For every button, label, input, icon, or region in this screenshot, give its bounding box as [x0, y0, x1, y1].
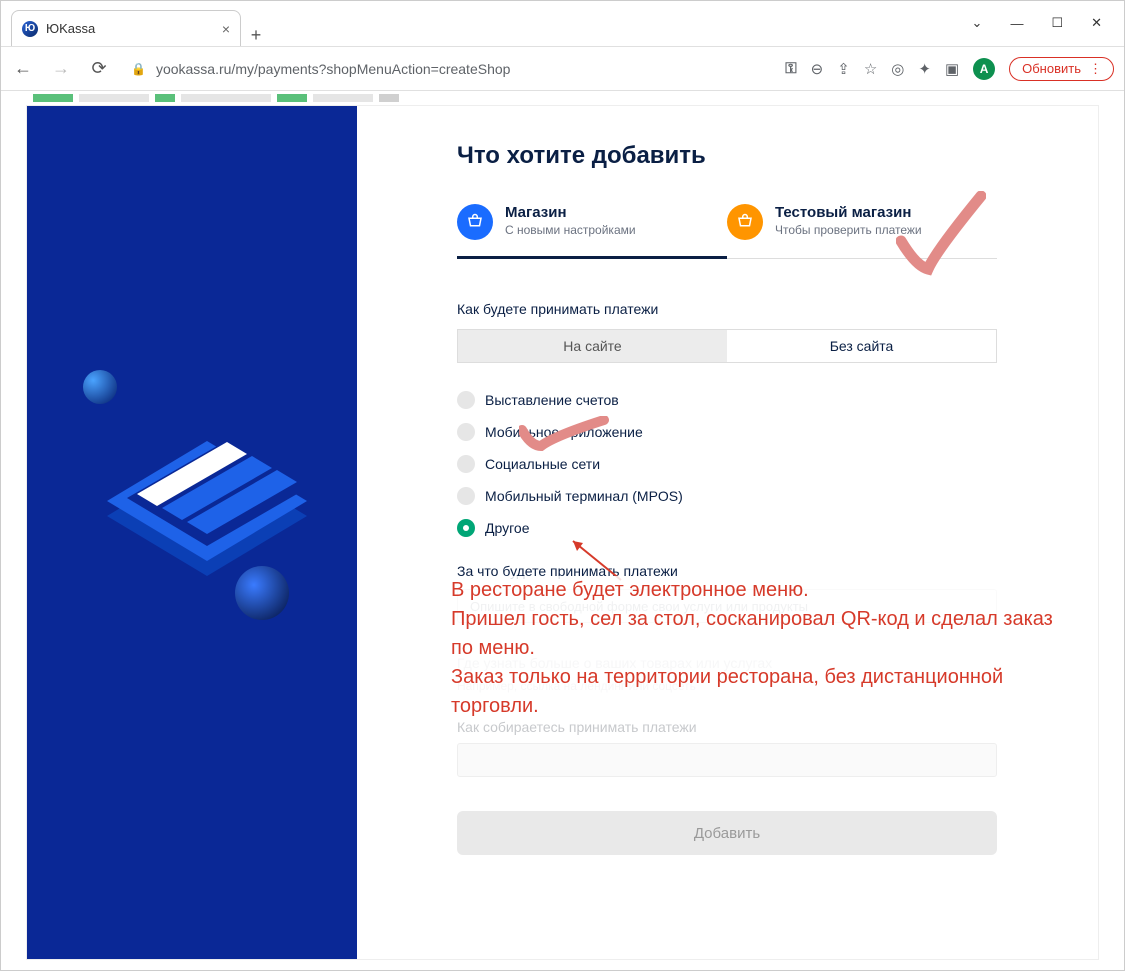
more-info-label: Где узнать больше о ваших товарах или ус…	[457, 655, 997, 671]
maximize-icon[interactable]: ☐	[1051, 15, 1063, 31]
desc-input[interactable]	[457, 589, 997, 623]
update-button[interactable]: Обновить ⋮	[1009, 57, 1114, 81]
radio-label: Другое	[485, 520, 529, 536]
radio-invoicing[interactable]: Выставление счетов	[457, 391, 1098, 409]
cart-icon	[727, 204, 763, 240]
seg-on-site[interactable]: На сайте	[458, 330, 727, 362]
minimize-icon[interactable]: —	[1010, 16, 1023, 31]
radio-label: Социальные сети	[485, 456, 600, 472]
update-label: Обновить	[1022, 61, 1081, 76]
page-content: Что хотите добавить Магазин С новыми нас…	[26, 105, 1099, 960]
tab-shop-subtitle: С новыми настройками	[505, 223, 636, 237]
new-tab-button[interactable]: +	[241, 25, 271, 46]
radio-icon	[457, 519, 475, 537]
radio-icon	[457, 455, 475, 473]
more-info-hint: Например, ссылка на лендинг или соцсеть	[457, 679, 997, 693]
sphere-icon	[83, 370, 117, 404]
tab-shop-title: Магазин	[505, 204, 636, 221]
tab-test-shop[interactable]: Тестовый магазин Чтобы проверить платежи	[727, 204, 997, 259]
profile-avatar[interactable]: A	[973, 58, 995, 80]
shop-type-tabs: Магазин С новыми настройками Тестовый ма…	[457, 204, 997, 259]
accept-segmented: На сайте Без сайта	[457, 329, 997, 363]
browser-titlebar: Ю ЮKassa × + ⌄ — ☐ ✕	[1, 1, 1124, 47]
browser-tab[interactable]: Ю ЮKassa ×	[11, 10, 241, 46]
back-button[interactable]: ←	[11, 58, 35, 79]
tab-title: ЮKassa	[46, 21, 95, 36]
isometric-card-icon	[97, 406, 327, 606]
page-title: Что хотите добавить	[457, 142, 1098, 170]
how-accept-select[interactable]	[457, 743, 997, 777]
extensions-icon[interactable]: ✦	[918, 60, 931, 78]
url-text: yookassa.ru/my/payments?shopMenuAction=c…	[156, 61, 510, 77]
chevron-down-icon[interactable]: ⌄	[972, 15, 983, 31]
main-form: Что хотите добавить Магазин С новыми нас…	[357, 106, 1098, 959]
radio-mpos[interactable]: Мобильный терминал (MPOS)	[457, 487, 1098, 505]
tab-close-icon[interactable]: ×	[222, 21, 230, 37]
kebab-icon: ⋮	[1089, 61, 1103, 77]
desc-label: За что будете принимать платежи	[457, 563, 1098, 579]
radio-mobile-app[interactable]: Мобильное приложение	[457, 423, 1098, 441]
radio-label: Выставление счетов	[485, 392, 619, 408]
key-icon[interactable]: ⚿	[785, 60, 796, 77]
accept-label: Как будете принимать платежи	[457, 301, 1098, 317]
share-icon[interactable]: ⇪	[837, 60, 850, 78]
cart-icon	[457, 204, 493, 240]
close-icon[interactable]: ✕	[1091, 15, 1102, 31]
lock-icon: 🔒	[131, 62, 146, 76]
radio-label: Мобильный терминал (MPOS)	[485, 488, 683, 504]
tab-test-subtitle: Чтобы проверить платежи	[775, 223, 922, 237]
radio-label: Мобильное приложение	[485, 424, 643, 440]
brand-sidebar	[27, 106, 357, 959]
radio-social[interactable]: Социальные сети	[457, 455, 1098, 473]
submit-button[interactable]: Добавить	[457, 811, 997, 855]
tab-test-title: Тестовый магазин	[775, 204, 922, 221]
channel-radios: Выставление счетов Мобильное приложение …	[457, 391, 1098, 537]
address-bar: ← → ⟳ 🔒 yookassa.ru/my/payments?shopMenu…	[1, 47, 1124, 91]
radio-icon	[457, 423, 475, 441]
tab-shop[interactable]: Магазин С новыми настройками	[457, 204, 727, 259]
reload-button[interactable]: ⟳	[87, 58, 111, 79]
how-accept-label: Как собираетесь принимать платежи	[457, 719, 997, 735]
radio-other[interactable]: Другое	[457, 519, 1098, 537]
sidebar-icon[interactable]: ▣	[945, 60, 959, 78]
radio-icon	[457, 391, 475, 409]
favicon-icon: Ю	[22, 21, 38, 37]
zoom-icon[interactable]: ⊖	[811, 60, 824, 78]
radio-icon	[457, 487, 475, 505]
seg-no-site[interactable]: Без сайта	[727, 330, 996, 362]
forward-button[interactable]: →	[49, 58, 73, 79]
shield-icon[interactable]: ◎	[891, 60, 904, 78]
star-icon[interactable]: ☆	[864, 60, 877, 78]
url-box[interactable]: 🔒 yookassa.ru/my/payments?shopMenuAction…	[131, 61, 510, 77]
window-controls: ⌄ — ☐ ✕	[972, 0, 1124, 46]
blurred-header-strip	[1, 91, 1124, 105]
